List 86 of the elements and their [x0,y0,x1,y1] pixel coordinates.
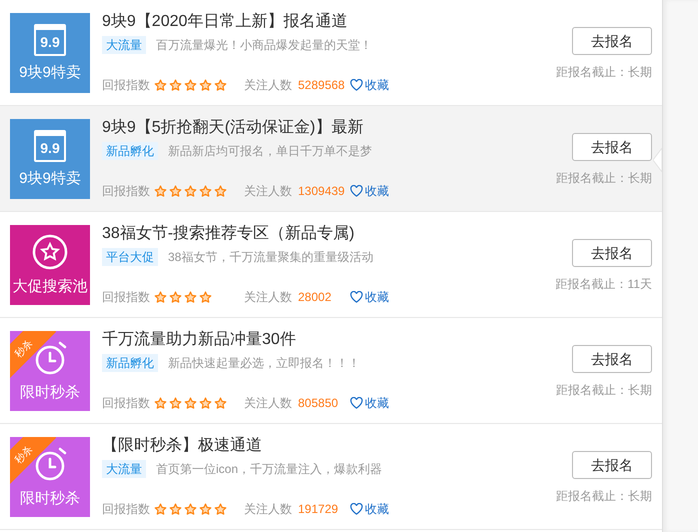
deadline-text: 距报名截止：长期 [556,382,652,399]
activity-tag: 新品孵化 [102,354,158,372]
heart-icon [350,79,363,91]
price-tag-badge: 9.9 [34,130,66,162]
followers-count: 28002 [298,289,332,306]
star-icon [154,290,167,304]
rating-label: 回报指数 [102,183,150,200]
favorite-button[interactable]: 收藏 [350,394,389,412]
activity-description: 首页第一位icon，千万流量注入，爆款利器 [156,461,382,478]
star-icon [199,184,212,198]
deadline-text: 距报名截止：长期 [556,488,652,505]
deadline-text: 距报名截止：长期 [556,64,652,81]
star-icon [154,78,167,92]
activity-description: 38福女节，千万流量聚集的重量级活动 [168,249,374,266]
deadline-text: 距报名截止：11天 [556,276,652,293]
star-icon [199,78,212,92]
followers-label: 关注人数 [244,501,292,518]
signup-button[interactable]: 去报名 [572,27,652,55]
star-icon [184,78,197,92]
price-tag-badge: 9.9 [34,24,66,56]
star-icon [199,502,212,516]
activity-description: 新品新店均可报名，单日千万单不是梦 [168,143,372,160]
activity-tag: 大流量 [102,36,146,54]
star-icon [184,396,197,410]
star-icon [214,78,227,92]
star-icon [214,396,227,410]
activity-title[interactable]: 千万流量助力新品冲量30件 [102,329,556,351]
activity-tag: 新品孵化 [102,142,158,160]
followers-count: 5289568 [298,77,346,94]
followers-label: 关注人数 [244,289,292,306]
star-icon [214,184,227,198]
star-icon [169,290,182,304]
star-icon [154,184,167,198]
star-icon [184,502,197,516]
rating-label: 回报指数 [102,289,150,306]
rating-label: 回报指数 [102,395,150,412]
activity-title[interactable]: 38福女节-搜索推荐专区（新品专属) [102,223,556,245]
favorite-button[interactable]: 收藏 [350,500,389,518]
activity-row[interactable]: 9.9 9块9特卖 9块9【5折抢翻天(活动保证金)】最新 新品孵化 新品新店均可报名，单日千万单不是梦 回报指数 关注人数 1309439 收藏 去报名 距报名截止：长期 [0,106,662,212]
followers-label: 关注人数 [244,77,292,94]
activity-title[interactable]: 【限时秒杀】极速通道 [102,435,556,457]
activity-description: 新品快速起量必选，立即报名！！！ [168,355,360,372]
heart-icon [350,291,363,303]
star-icon [184,184,197,198]
star-icon [169,184,182,198]
rating-label: 回报指数 [102,77,150,94]
star-icon [169,502,182,516]
activity-title[interactable]: 9块9【5折抢翻天(活动保证金)】最新 [102,117,556,139]
ribbon-label: 秒杀 [13,444,36,466]
pointer-notch-icon [653,148,662,172]
star-icon [169,396,182,410]
signup-button[interactable]: 去报名 [572,239,652,267]
heart-icon [350,503,363,515]
activity-tag: 平台大促 [102,248,158,266]
star-icon [199,290,212,304]
star-icon [184,290,197,304]
thumbnail-label: 9块9特卖 [19,170,81,188]
deadline-text: 距报名截止：长期 [556,170,652,187]
ribbon-label: 秒杀 [13,338,36,360]
activity-description: 百万流量爆光！小商品爆发起量的天堂！ [156,37,372,54]
activity-title[interactable]: 9块9【2020年日常上新】报名通道 [102,11,556,33]
rating-label: 回报指数 [102,501,150,518]
favorite-button[interactable]: 收藏 [350,288,389,306]
star-icon [154,502,167,516]
star-icon [199,396,212,410]
thumbnail-label: 9块9特卖 [19,64,81,82]
followers-label: 关注人数 [244,395,292,412]
favorite-button[interactable]: 收藏 [350,182,389,200]
followers-label: 关注人数 [244,183,292,200]
followers-count: 1309439 [298,183,346,200]
thumbnail-label: 限时秒杀 [20,490,80,508]
thumbnail-label: 大促搜索池 [12,278,88,296]
signup-button[interactable]: 去报名 [572,133,652,161]
activity-tag: 大流量 [102,460,146,478]
favorite-button[interactable]: 收藏 [350,76,389,94]
star-circle-icon [32,234,68,270]
signup-button[interactable]: 去报名 [572,345,652,373]
star-icon [154,396,167,410]
followers-count: 805850 [298,395,340,412]
thumbnail-label: 限时秒杀 [20,384,80,402]
signup-button[interactable]: 去报名 [572,451,652,479]
star-icon [214,502,227,516]
heart-icon [350,397,363,409]
heart-icon [350,185,363,197]
followers-count: 191729 [298,501,340,518]
star-icon [169,78,182,92]
